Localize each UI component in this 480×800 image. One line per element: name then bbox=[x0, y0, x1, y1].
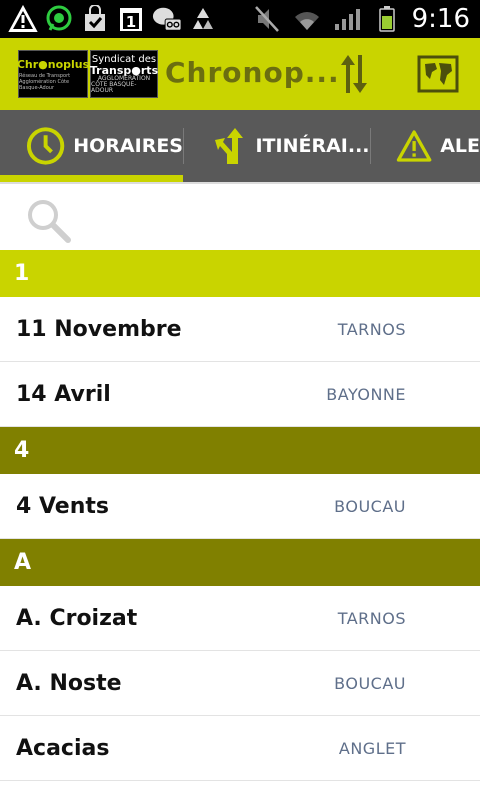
syndicat-logo: Syndicat des Transp●rts AGGLOMERATION CÔ… bbox=[90, 50, 158, 98]
signal-icon bbox=[332, 4, 362, 34]
stops-list: 1 11 Novembre TARNOS 14 Avril BAYONNE 4 … bbox=[0, 250, 480, 781]
chronoplus-logo: Chr●noplus Réseau de Transport Aggloméra… bbox=[16, 50, 90, 98]
voicemail-icon bbox=[152, 4, 182, 34]
svg-text:1: 1 bbox=[126, 13, 136, 31]
stop-name: A. Croizat bbox=[16, 605, 138, 631]
status-bar: 1 9:16 bbox=[0, 0, 480, 38]
syndicat-logo-line4: CÔTE BASQUE-ADOUR bbox=[91, 80, 137, 94]
search-bar[interactable] bbox=[0, 182, 480, 250]
list-item[interactable]: Acacias ANGLET bbox=[0, 716, 480, 781]
list-item[interactable]: A. Croizat TARNOS bbox=[0, 586, 480, 651]
stop-town: TARNOS bbox=[337, 608, 406, 628]
list-item[interactable]: 11 Novembre TARNOS bbox=[0, 297, 480, 362]
sort-button[interactable] bbox=[330, 50, 378, 98]
tab-alertes-label: ALE bbox=[440, 135, 480, 157]
tab-itineraire-label: ITINÉRAI... bbox=[255, 135, 370, 157]
tab-bar: HORAIRES ITINÉRAI... ALE bbox=[0, 110, 480, 182]
app-bar: Chr●noplus Réseau de Transport Aggloméra… bbox=[0, 38, 480, 110]
battery-icon bbox=[372, 4, 402, 34]
stop-town: BAYONNE bbox=[326, 384, 406, 404]
list-item[interactable]: A. Noste BOUCAU bbox=[0, 651, 480, 716]
chronoplus-logo-text: Chr●noplus bbox=[16, 57, 90, 71]
syndicat-logo-line2: Transp●rts bbox=[89, 63, 159, 77]
section-header: 4 bbox=[0, 427, 480, 474]
notification-icons: 1 bbox=[0, 4, 218, 34]
app-logo[interactable]: Chr●noplus Réseau de Transport Aggloméra… bbox=[16, 50, 158, 98]
tab-itineraire[interactable]: ITINÉRAI... bbox=[183, 110, 370, 182]
system-icons: 9:16 bbox=[252, 4, 480, 34]
stop-town: ANGLET bbox=[338, 738, 406, 758]
list-item[interactable]: 4 Vents BOUCAU bbox=[0, 474, 480, 539]
stop-town: BOUCAU bbox=[334, 673, 406, 693]
stop-town: BOUCAU bbox=[334, 496, 406, 516]
stop-name: A. Noste bbox=[16, 670, 122, 696]
app-title: Chronop... bbox=[165, 56, 340, 89]
whatsapp-icon bbox=[44, 4, 74, 34]
clock-time: 9:16 bbox=[411, 4, 470, 34]
stop-name: 11 Novembre bbox=[16, 316, 182, 342]
active-tab-indicator bbox=[0, 175, 183, 182]
sort-icon bbox=[341, 55, 367, 93]
wifi-icon bbox=[292, 4, 322, 34]
stop-name: Acacias bbox=[16, 735, 110, 761]
stop-name: 4 Vents bbox=[16, 493, 109, 519]
section-header: 1 bbox=[0, 250, 480, 297]
map-button[interactable] bbox=[414, 50, 462, 98]
shopping-bag-icon bbox=[80, 4, 110, 34]
list-item[interactable]: 14 Avril BAYONNE bbox=[0, 362, 480, 427]
route-icon bbox=[215, 128, 244, 164]
tab-horaires[interactable]: HORAIRES bbox=[0, 110, 183, 182]
stop-town: TARNOS bbox=[337, 319, 406, 339]
warning-icon bbox=[8, 4, 38, 34]
stop-name: 14 Avril bbox=[16, 381, 111, 407]
search-icon bbox=[28, 200, 71, 243]
alert-icon bbox=[396, 130, 432, 162]
section-header: A bbox=[0, 539, 480, 586]
tab-horaires-label: HORAIRES bbox=[73, 135, 183, 157]
tab-alertes[interactable]: ALE bbox=[370, 110, 480, 182]
map-icon bbox=[417, 55, 459, 93]
syndicat-logo-line1: Syndicat des bbox=[91, 53, 157, 65]
vibrate-mute-icon bbox=[252, 4, 282, 34]
clock-icon bbox=[26, 127, 65, 165]
calendar-icon: 1 bbox=[116, 4, 146, 34]
chronoplus-logo-tagline: Réseau de Transport Agglomération Côte B… bbox=[19, 72, 71, 91]
recycle-icon bbox=[188, 4, 218, 34]
